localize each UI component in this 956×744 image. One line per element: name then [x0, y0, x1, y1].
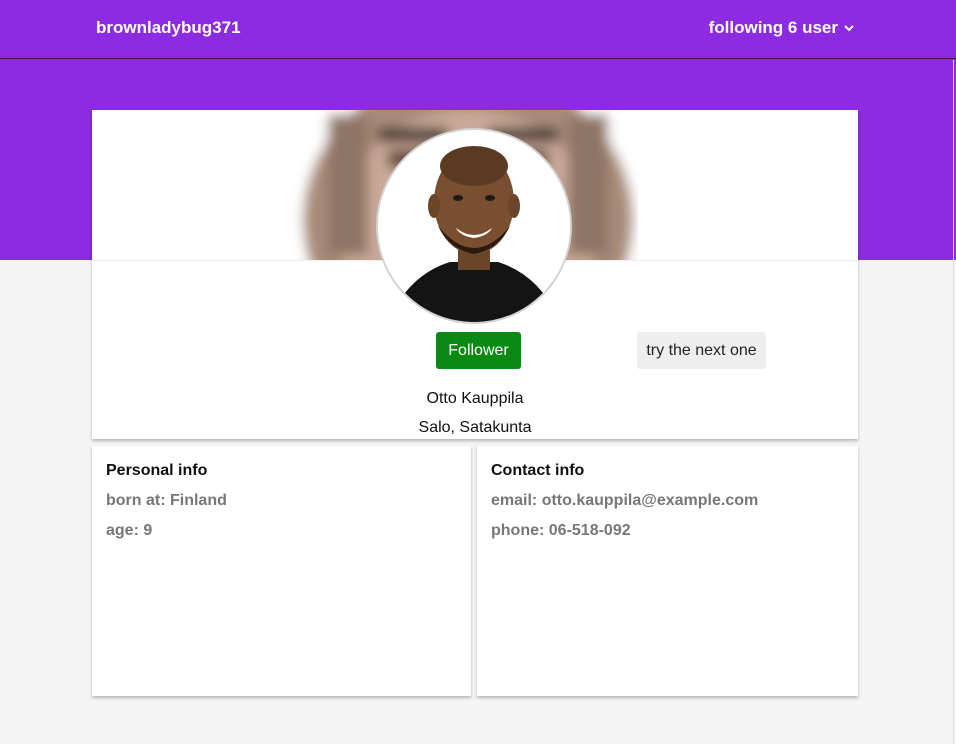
personal-info-title: Personal info [106, 462, 208, 479]
personal-info-card: Personal info born at: Finland age: 9 [92, 446, 471, 696]
top-navbar: brownladybug371 following 6 user [0, 0, 956, 59]
email-text: email: otto.kauppila@example.com [491, 492, 759, 509]
follower-button[interactable]: Follower [436, 332, 521, 369]
profile-name: Otto Kauppila [426, 390, 524, 407]
age-text: age: 9 [106, 522, 153, 539]
profile-location: Salo, Satakunta [418, 419, 532, 436]
profile-name-row: Otto Kauppila [92, 390, 858, 408]
following-users-label: following 6 user [708, 18, 838, 37]
phone-text: phone: 06-518-092 [491, 522, 631, 539]
try-next-button[interactable]: try the next one [637, 332, 766, 369]
brand-username[interactable]: brownladybug371 [96, 18, 241, 38]
chevron-down-icon [844, 25, 854, 32]
profile-location-row: Salo, Satakunta [92, 419, 858, 437]
born-at-text: born at: Finland [106, 492, 227, 509]
contact-info-title: Contact info [491, 462, 585, 479]
profile-card: Follower try the next one Otto Kauppila … [92, 110, 858, 439]
profile-avatar [376, 128, 572, 324]
page-edge-divider [953, 60, 954, 744]
contact-info-card: Contact info email: otto.kauppila@exampl… [477, 446, 858, 696]
following-users-dropdown[interactable]: following 6 user [709, 18, 854, 38]
